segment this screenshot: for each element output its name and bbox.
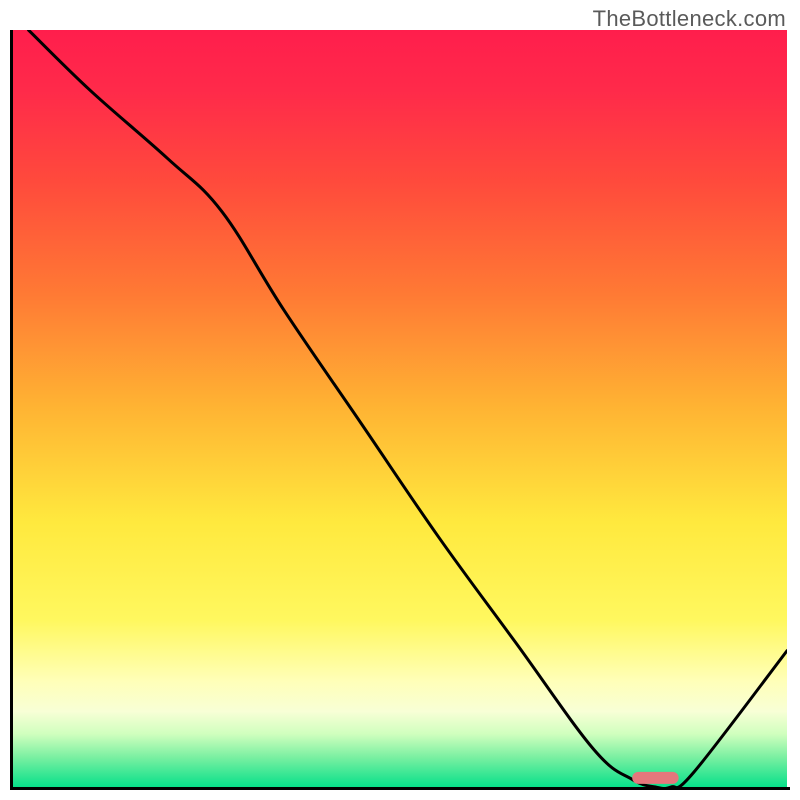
- gradient-background: [13, 30, 787, 787]
- watermark-label: TheBottleneck.com: [593, 6, 786, 32]
- chart-container: TheBottleneck.com: [0, 0, 800, 800]
- chart-canvas: [13, 30, 787, 787]
- x-axis: [10, 787, 790, 790]
- optimal-marker: [632, 772, 678, 784]
- y-axis: [10, 30, 13, 790]
- plot-area: [13, 30, 787, 787]
